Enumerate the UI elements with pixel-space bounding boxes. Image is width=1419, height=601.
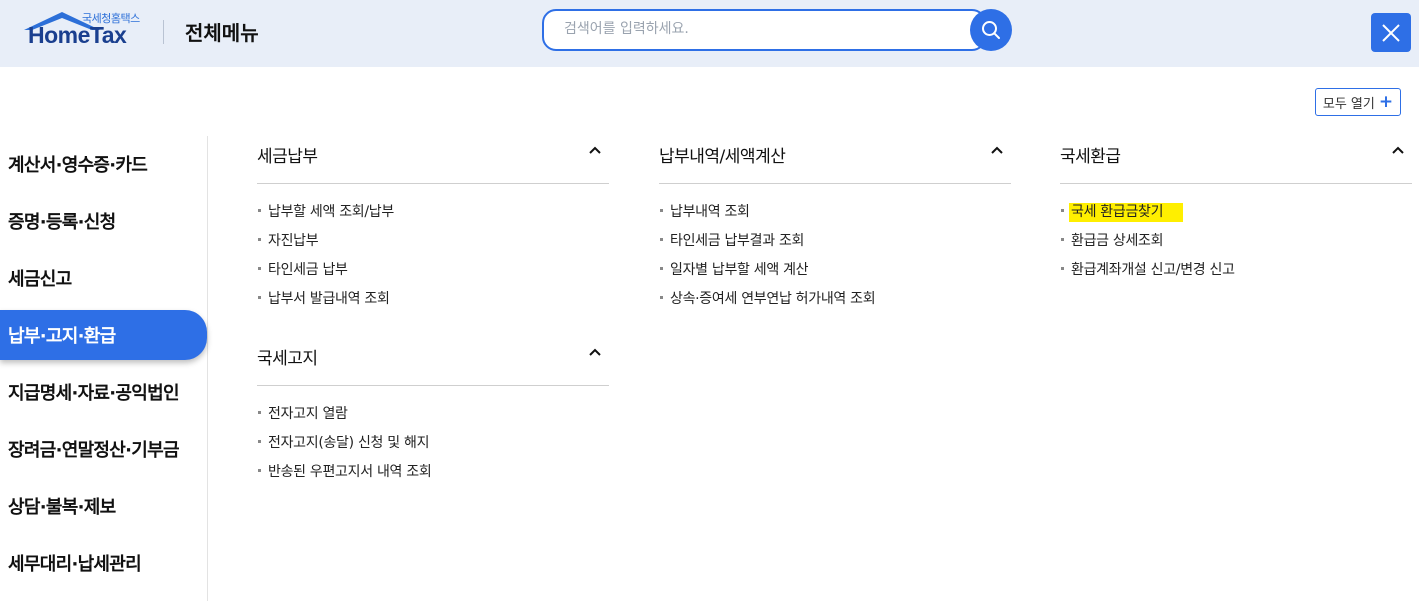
close-icon xyxy=(1382,23,1400,42)
menu-link[interactable]: 납부서 발급내역 조회 xyxy=(257,288,609,317)
section-title: 세금납부 xyxy=(257,147,318,167)
search-button[interactable] xyxy=(970,9,1012,51)
section-header[interactable]: 세금납부 xyxy=(257,136,609,184)
section-title: 납부내역/세액계산 xyxy=(659,147,786,167)
link-list: 납부할 세액 조회/납부 자진납부 타인세금 납부 납부서 발급내역 조회 xyxy=(257,184,609,317)
highlighted-link-text[interactable]: 국세 환급금찾기 xyxy=(1069,203,1184,222)
sidebar-item-tax-agent[interactable]: 세무대리·납세관리 xyxy=(0,538,207,588)
menu-link[interactable]: 환급금 상세조회 xyxy=(1060,230,1412,259)
section-tax-payment: 세금납부 납부할 세액 조회/납부 자진납부 타인세금 납부 납부서 발급내역 … xyxy=(257,136,609,317)
section-title: 국세환급 xyxy=(1060,147,1121,167)
sidebar-menu: 계산서·영수증·카드 증명·등록·신청 세금신고 납부·고지·환급 지급명세·자… xyxy=(0,136,208,601)
menu-link[interactable]: 반송된 우편고지서 내역 조회 xyxy=(257,461,609,490)
logo-text: HomeTax xyxy=(28,22,127,48)
page-title: 전체메뉴 xyxy=(185,21,259,45)
search-box xyxy=(542,9,986,51)
section-tax-refund: 국세환급 국세 환급금찾기 환급금 상세조회 환급계좌개설 신고/변경 신고 xyxy=(1060,136,1412,288)
sidebar-item-incentive-yearend[interactable]: 장려금·연말정산·기부금 xyxy=(0,424,207,474)
section-national-notice: 국세고지 전자고지 열람 전자고지(송달) 신청 및 해지 반송된 우편고지서 … xyxy=(257,338,609,490)
chevron-up-icon[interactable] xyxy=(587,142,603,158)
link-list: 납부내역 조회 타인세금 납부결과 조회 일자별 납부할 세액 계산 상속·증여… xyxy=(659,184,1011,317)
menu-link[interactable]: 자진납부 xyxy=(257,230,609,259)
search-input[interactable] xyxy=(564,21,964,37)
sidebar-item-tax-filing[interactable]: 세금신고 xyxy=(0,253,207,303)
menu-link[interactable]: 전자고지(송달) 신청 및 해지 xyxy=(257,432,609,461)
section-header[interactable]: 국세고지 xyxy=(257,338,609,386)
sidebar-item-invoice-receipt-card[interactable]: 계산서·영수증·카드 xyxy=(0,139,207,189)
top-header: 국세청홈택스 HomeTax 전체메뉴 xyxy=(0,0,1419,67)
link-list: 국세 환급금찾기 환급금 상세조회 환급계좌개설 신고/변경 신고 xyxy=(1060,184,1412,288)
menu-link[interactable]: 타인세금 납부결과 조회 xyxy=(659,230,1011,259)
menu-link[interactable]: 타인세금 납부 xyxy=(257,259,609,288)
section-header[interactable]: 납부내역/세액계산 xyxy=(659,136,1011,184)
open-all-label: 모두 열기 xyxy=(1322,96,1375,112)
chevron-up-icon[interactable] xyxy=(1390,142,1406,158)
link-list: 전자고지 열람 전자고지(송달) 신청 및 해지 반송된 우편고지서 내역 조회 xyxy=(257,386,609,490)
sidebar-item-payment-statement[interactable]: 지급명세·자료·공익법인 xyxy=(0,367,207,417)
menu-link[interactable]: 납부할 세액 조회/납부 xyxy=(257,201,609,230)
section-header[interactable]: 국세환급 xyxy=(1060,136,1412,184)
chevron-up-icon[interactable] xyxy=(587,344,603,360)
plus-icon: + xyxy=(1378,92,1394,112)
section-title: 국세고지 xyxy=(257,349,318,369)
search-icon xyxy=(982,21,1000,39)
sidebar-item-consult-appeal[interactable]: 상담·불복·제보 xyxy=(0,481,207,531)
menu-link[interactable]: 상속·증여세 연부연납 허가내역 조회 xyxy=(659,288,1011,317)
open-all-button[interactable]: 모두 열기 + xyxy=(1315,88,1401,116)
sidebar-item-certificate-registration[interactable]: 증명·등록·신청 xyxy=(0,196,207,246)
sidebar-item-payment-notice-refund[interactable]: 납부·고지·환급 xyxy=(0,310,207,360)
menu-link[interactable]: 납부내역 조회 xyxy=(659,201,1011,230)
menu-link[interactable]: 일자별 납부할 세액 계산 xyxy=(659,259,1011,288)
menu-link[interactable]: 환급계좌개설 신고/변경 신고 xyxy=(1060,259,1412,288)
menu-link-highlighted[interactable]: 국세 환급금찾기 xyxy=(1060,201,1412,230)
section-payment-history: 납부내역/세액계산 납부내역 조회 타인세금 납부결과 조회 일자별 납부할 세… xyxy=(659,136,1011,317)
chevron-up-icon[interactable] xyxy=(989,142,1005,158)
menu-link[interactable]: 전자고지 열람 xyxy=(257,403,609,432)
header-divider xyxy=(163,20,164,44)
hometax-logo[interactable]: 국세청홈택스 HomeTax xyxy=(22,10,142,50)
close-button[interactable] xyxy=(1371,13,1411,52)
